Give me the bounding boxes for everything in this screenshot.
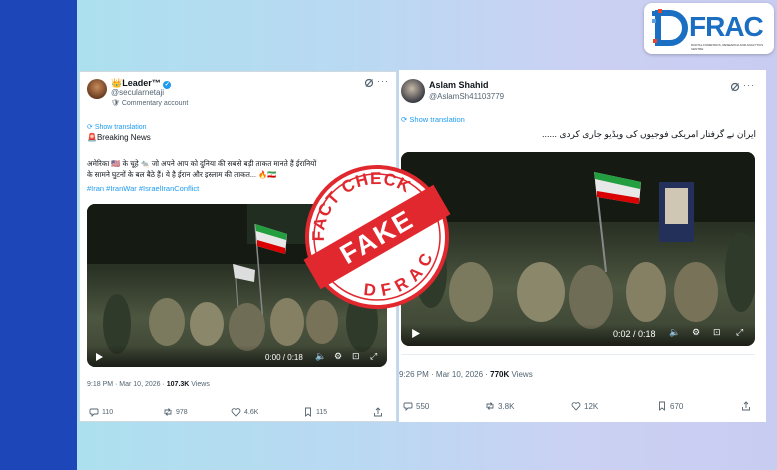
like-button[interactable]: 12K bbox=[571, 401, 598, 411]
commentary-tag: 🛡 Commentary account bbox=[111, 100, 189, 107]
settings-icon[interactable]: ⚙ bbox=[692, 327, 700, 338]
play-icon[interactable] bbox=[95, 353, 103, 361]
reply-button[interactable]: 550 bbox=[403, 401, 429, 411]
more-icon[interactable]: ··· bbox=[743, 80, 755, 90]
fullscreen-icon[interactable]: ⤢ bbox=[370, 351, 377, 362]
repost-button[interactable]: 3.8K bbox=[485, 401, 514, 411]
body-line-2: के सामने घुटनों के बल बैठे हैं। ये है ईर… bbox=[87, 170, 277, 179]
reply-icon bbox=[403, 402, 413, 411]
left-avatar[interactable] bbox=[87, 79, 107, 99]
settings-icon[interactable]: ⚙ bbox=[334, 351, 342, 362]
divider bbox=[401, 354, 755, 355]
grok-icon[interactable] bbox=[364, 78, 374, 88]
volume-icon[interactable]: 🔈 bbox=[315, 351, 326, 362]
logo-text: FRAC bbox=[689, 11, 764, 42]
translate-icon: ⟳ bbox=[401, 115, 408, 124]
more-icon[interactable]: ··· bbox=[377, 76, 389, 86]
pip-icon[interactable]: ⊡ bbox=[352, 351, 360, 362]
right-avatar[interactable] bbox=[401, 79, 425, 103]
repost-button[interactable]: 978 bbox=[163, 407, 188, 417]
hashtags[interactable]: #Iran #IranWar #IsraelIranConflict bbox=[87, 184, 199, 193]
fullscreen-icon[interactable]: ⤢ bbox=[736, 327, 743, 338]
video-time: 0:00 / 0:18 bbox=[265, 353, 303, 362]
bookmark-button[interactable]: 115 bbox=[303, 407, 327, 417]
verified-icon: ✓ bbox=[163, 81, 172, 89]
play-icon[interactable] bbox=[411, 329, 420, 338]
left-tweet-body: अमेरिका 🇺🇸 के चूहे 🐀 जो अपने आप को दुनिय… bbox=[87, 158, 316, 180]
reply-icon bbox=[89, 408, 99, 417]
left-action-bar: 110 978 4.6K 115 bbox=[80, 407, 396, 421]
dfrac-logo: FRAC DIGITAL FORENSICS, RESEARCH AND ANA… bbox=[644, 3, 774, 54]
show-translation-link[interactable]: ⟳ Show translation bbox=[87, 123, 147, 131]
bookmark-icon bbox=[659, 401, 665, 411]
share-button[interactable] bbox=[741, 401, 751, 411]
grok-icon[interactable] bbox=[730, 82, 740, 92]
translate-icon: ⟳ bbox=[87, 124, 93, 131]
volume-icon[interactable]: 🔈 bbox=[669, 327, 680, 338]
video-time: 0:02 / 0:18 bbox=[613, 329, 656, 339]
repost-icon bbox=[164, 408, 172, 416]
left-accent-strip bbox=[0, 0, 77, 470]
left-badge-icon: 👑 bbox=[111, 78, 123, 88]
siren-icon: 🚨 bbox=[87, 133, 97, 142]
share-button[interactable] bbox=[373, 407, 383, 417]
right-author-name[interactable]: Aslam Shahid bbox=[429, 80, 489, 90]
left-handle[interactable]: @secularnetaji bbox=[111, 88, 164, 97]
like-button[interactable]: 4.6K bbox=[231, 407, 258, 417]
right-action-bar: 550 3.8K 12K 670 bbox=[399, 401, 766, 415]
repost-icon bbox=[486, 402, 494, 410]
breaking-news: 🚨Breaking News bbox=[87, 133, 151, 142]
bookmark-button[interactable]: 670 bbox=[657, 401, 683, 411]
dfrac-d-icon bbox=[652, 9, 688, 46]
video-controls-bar bbox=[401, 324, 755, 346]
commentary-icon: 🛡 bbox=[111, 100, 120, 107]
body-line-1: अमेरिका 🇺🇸 के चूहे 🐀 जो अपने आप को दुनिय… bbox=[87, 159, 317, 168]
left-timestamp[interactable]: 9:18 PM · Mar 10, 2026 · 107.3K Views bbox=[87, 381, 210, 388]
share-icon bbox=[742, 401, 750, 411]
right-tweet-body: ایران نے گرفتار امریکی فوجیوں کی ویڈیو ج… bbox=[542, 129, 756, 139]
logo-subtitle: DIGITAL FORENSICS, RESEARCH AND ANALYTIC… bbox=[691, 43, 764, 51]
bookmark-icon bbox=[305, 407, 311, 417]
right-timestamp[interactable]: 9:26 PM · Mar 10, 2026 · 770K Views bbox=[399, 370, 533, 379]
like-icon bbox=[231, 408, 241, 417]
reply-button[interactable]: 110 bbox=[89, 407, 113, 417]
pip-icon[interactable]: ⊡ bbox=[713, 327, 721, 338]
like-icon bbox=[571, 402, 581, 411]
show-translation-link[interactable]: ⟳ Show translation bbox=[401, 115, 465, 124]
share-icon bbox=[374, 407, 382, 417]
right-handle[interactable]: @AslamSh41103779 bbox=[429, 92, 504, 101]
